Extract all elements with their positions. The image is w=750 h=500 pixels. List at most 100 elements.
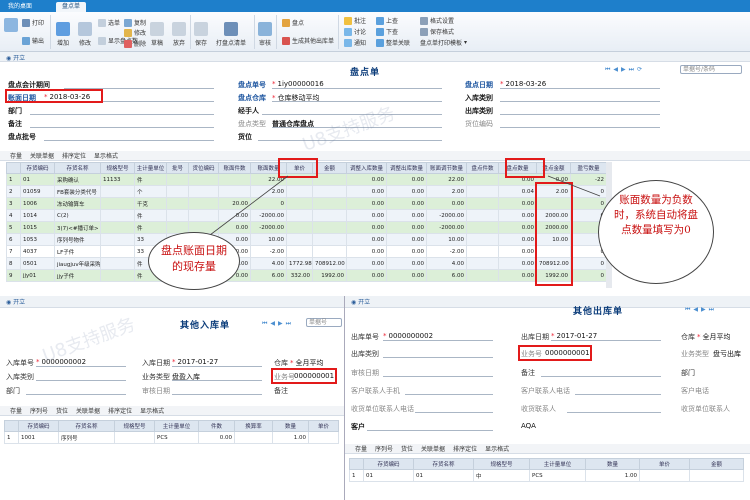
in-related-button[interactable]: 关联单据 (76, 406, 100, 415)
table-cell[interactable]: 1 (4, 431, 19, 444)
table-cell[interactable]: 1 (349, 469, 364, 482)
out-category-label: 出库类别 (351, 350, 379, 358)
last-page-icon[interactable]: ⏭ (286, 320, 291, 328)
out-dept-label: 部门 (681, 369, 695, 377)
table-cell[interactable]: PCS (529, 469, 586, 482)
in-warehouse-label: 仓库 (274, 359, 288, 367)
highlight-in-bizno (271, 368, 337, 384)
table-cell[interactable]: 中 (473, 469, 530, 482)
outbound-title: 其他出库单 (573, 307, 624, 317)
column-header[interactable]: 金额 (689, 458, 744, 470)
column-header[interactable]: 规格型号 (473, 458, 530, 470)
in-warehouse-field[interactable]: * 全月平均 (290, 358, 324, 368)
next-page-icon[interactable]: ▶ (278, 320, 283, 328)
out-cust-tel-label: 客户电话 (681, 387, 709, 395)
column-header[interactable]: 换算率 (234, 420, 273, 432)
out-extra-field[interactable]: AQA (521, 422, 536, 430)
table-cell[interactable]: 01 (413, 469, 474, 482)
table-cell[interactable]: PCS (154, 431, 199, 444)
out-cust-phone-label: 客户联系人电话 (521, 387, 570, 395)
in-category-label: 入库类别 (6, 373, 34, 381)
table-cell[interactable] (114, 431, 155, 444)
table-cell[interactable]: 1001 (18, 431, 59, 444)
out-customer-label: 客户 (351, 423, 365, 431)
in-date-field[interactable]: * 2017-01-27 (172, 358, 218, 366)
out-date-field[interactable]: * 2017-01-27 (551, 332, 597, 340)
open-icon: ◉ (351, 299, 357, 306)
out-sort-button[interactable]: 排序定位 (453, 444, 477, 453)
out-format-button[interactable]: 显示格式 (485, 444, 509, 453)
out-location-button[interactable]: 货位 (401, 444, 413, 453)
out-date-label: 出库日期 (521, 333, 549, 341)
column-header[interactable]: 主计量单位 (154, 420, 199, 432)
table-cell[interactable]: 01 (363, 469, 414, 482)
column-header[interactable]: 存货名称 (58, 420, 115, 432)
out-stock-button[interactable]: 存量 (355, 444, 367, 453)
out-recv-unit-label: 收货单位联系人 (681, 405, 730, 413)
table-cell[interactable] (689, 469, 744, 482)
column-header[interactable]: 单价 (639, 458, 690, 470)
table-cell[interactable]: 1.00 (272, 431, 309, 444)
table-row[interactable]: 1 01 01 中 PCS 1.00 (349, 469, 744, 482)
out-warehouse-field[interactable]: * 全月平均 (697, 332, 731, 342)
inbound-search-input[interactable]: 单据号 (306, 318, 342, 327)
callout-left: 盘点账面日期的现存量 (148, 232, 240, 290)
in-date-label: 入库日期 (142, 359, 170, 367)
inbound-title: 其他入库单 (180, 321, 231, 331)
in-sort-button[interactable]: 排序定位 (108, 406, 132, 415)
inbound-grid: 存货编码 存货名称 规格型号 主计量单位 件数 换算率 数量 单价 1 1001 序列号 PCS 0.… (4, 420, 339, 444)
out-biztype-label: 业务类型 (681, 350, 709, 358)
outbound-pager: ⏮ ◀ ▶ ⏭ (685, 306, 714, 314)
other-outbound-window: ◉ 开立 其他出库单 ⏮ ◀ ▶ ⏭ 出库单号 * 0000000002 出库类别… (345, 296, 750, 500)
column-header[interactable] (4, 420, 19, 432)
out-serial-button[interactable]: 序列号 (375, 444, 393, 453)
column-header[interactable]: 存货编码 (18, 420, 59, 432)
first-page-icon[interactable]: ⏮ (685, 306, 690, 314)
column-header[interactable]: 单价 (308, 420, 339, 432)
column-header[interactable]: 数量 (585, 458, 640, 470)
table-cell[interactable]: 序列号 (58, 431, 115, 444)
out-recv-phone-label: 收货单位联系人电话 (351, 405, 414, 413)
inbound-grid-toolbar: 存量 序列号 货位 关联单据 排序定位 显示格式 (0, 406, 344, 416)
callout-right: 账面数量为负数时，系统自动将盘点数量填写为0 (598, 180, 714, 284)
table-cell[interactable]: 0.00 (198, 431, 235, 444)
stocktake-window: 我的桌面 盘点单 打印 输出 增加 修改 选单 显示盘点数 复制 修改 删除 草… (0, 0, 750, 296)
in-docno-field[interactable]: * 0000000002 (36, 358, 86, 366)
in-location-button[interactable]: 货位 (56, 406, 68, 415)
in-serial-button[interactable]: 序列号 (30, 406, 48, 415)
outbound-grid-toolbar: 存量 序列号 货位 关联单据 排序定位 显示格式 (345, 444, 750, 454)
outbound-status: ◉ 开立 (351, 299, 371, 306)
in-docno-label: 入库单号 (6, 359, 34, 367)
table-row[interactable]: 1 1001 序列号 PCS 0.00 1.00 (4, 431, 339, 444)
last-page-icon[interactable]: ⏭ (709, 306, 714, 314)
open-icon: ◉ (6, 299, 12, 306)
column-header[interactable]: 存货名称 (413, 458, 474, 470)
column-header[interactable]: 存货编码 (363, 458, 414, 470)
in-format-button[interactable]: 显示格式 (140, 406, 164, 415)
in-stock-button[interactable]: 存量 (10, 406, 22, 415)
outbound-grid: 存货编码 存货名称 规格型号 主计量单位 数量 单价 金额 1 01 01 中 PCS 1.00 (349, 458, 744, 482)
out-biztype-field[interactable]: 盘亏出库 (713, 349, 741, 359)
out-audit-date-label: 审核日期 (351, 369, 379, 377)
prev-page-icon[interactable]: ◀ (270, 320, 275, 328)
column-header[interactable]: 数量 (272, 420, 309, 432)
out-docno-label: 出库单号 (351, 333, 379, 341)
out-recv-contact-label: 收货联系人 (521, 405, 556, 413)
inbound-status: ◉ 开立 (6, 299, 26, 306)
table-cell[interactable] (639, 469, 690, 482)
column-header[interactable]: 规格型号 (114, 420, 155, 432)
prev-page-icon[interactable]: ◀ (693, 306, 698, 314)
out-mobile-label: 客户联系人手机 (351, 387, 400, 395)
next-page-icon[interactable]: ▶ (701, 306, 706, 314)
first-page-icon[interactable]: ⏮ (262, 320, 267, 328)
table-cell[interactable] (308, 431, 339, 444)
column-header[interactable] (349, 458, 364, 470)
out-docno-field[interactable]: * 0000000002 (383, 332, 433, 340)
column-header[interactable]: 件数 (198, 420, 235, 432)
table-cell[interactable]: 1.00 (585, 469, 640, 482)
column-header[interactable]: 主计量单位 (529, 458, 586, 470)
inbound-pager: ⏮ ◀ ▶ ⏭ (262, 320, 291, 328)
in-dept-label: 部门 (6, 387, 20, 395)
table-cell[interactable] (234, 431, 273, 444)
out-related-button[interactable]: 关联单据 (421, 444, 445, 453)
